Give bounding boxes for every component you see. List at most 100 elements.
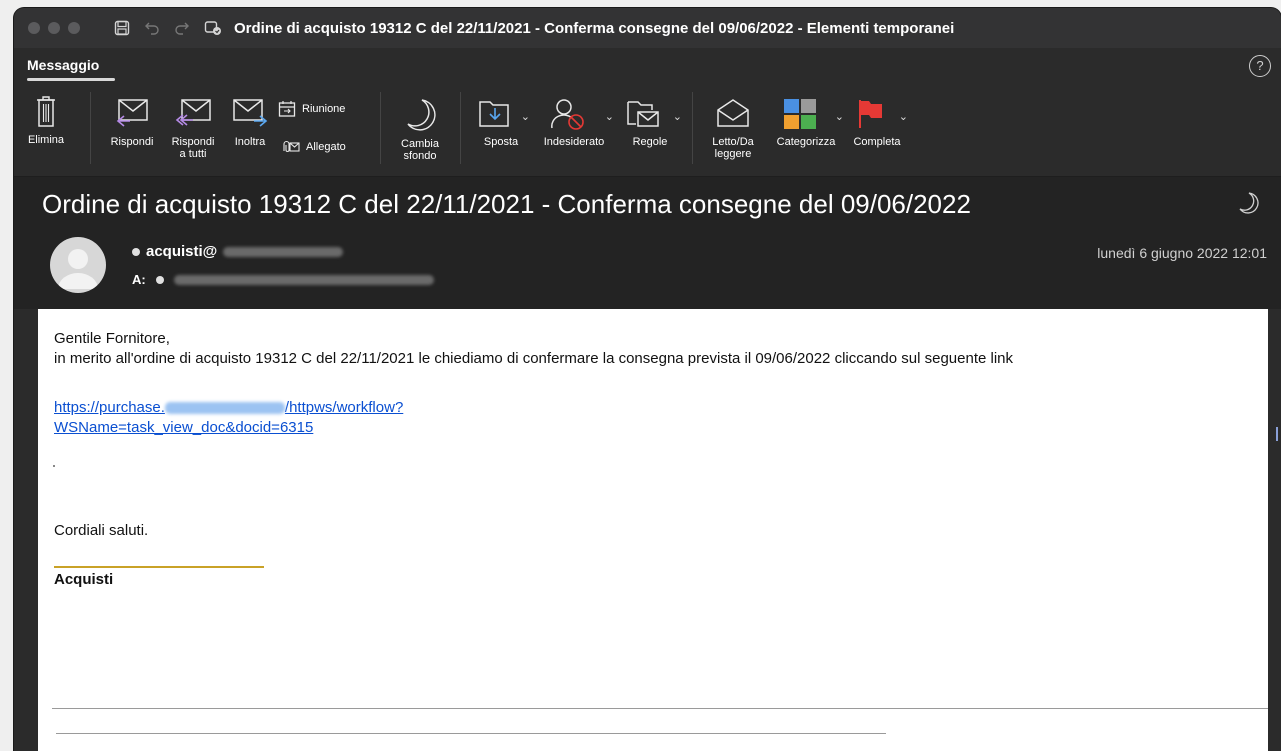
status-dot [155,275,164,284]
reply-all-icon [175,99,211,126]
close-window-button[interactable] [28,22,40,34]
categories-icon [784,99,817,129]
meeting-label: Riunione [302,103,346,115]
chevron-down-icon: ⌄ [834,111,844,123]
attachment-button[interactable]: Allegato [278,140,346,154]
read-unread-label-2: leggere [714,148,752,160]
chevron-down-icon: ⌄ [672,111,682,123]
message-date: lunedì 6 giugno 2022 12:01 [1097,245,1267,261]
avatar[interactable] [50,237,106,293]
move-icon-wrap: ⌄ [472,98,530,136]
minimize-window-button[interactable] [48,22,60,34]
sender-address: acquisti@ [146,243,218,260]
move-folder-icon [479,101,510,127]
moon-icon [407,99,436,131]
delete-button[interactable]: Elimina [24,94,68,146]
mail-window: Ordine di acquisto 19312 C del 22/11/202… [14,8,1281,751]
window-title: Ordine di acquisto 19312 C del 22/11/202… [234,19,955,37]
move-label: Sposta [483,136,519,148]
junk-icon-wrap: ⌄ [534,98,614,136]
change-background-button[interactable]: Cambia sfondo [390,98,450,162]
message-subject: Ordine di acquisto 19312 C del 22/11/202… [42,189,971,219]
reply-all-label-1: Rispondi [171,136,215,148]
reply-label: Rispondi [110,136,154,148]
rules-button[interactable]: ⌄ Regole [618,98,682,148]
redacted-recipient[interactable] [173,274,434,285]
footer-divider-short [56,733,886,734]
rules-label: Regole [632,136,668,148]
chevron-down-icon: ⌄ [898,111,908,123]
sync-icon[interactable] [204,20,222,36]
forward-icon [233,99,268,127]
chevron-down-icon: ⌄ [604,111,614,123]
link-part-3[interactable]: WSName=task_view_doc&docid=6315 [54,419,313,436]
ribbon-separator [460,92,461,164]
stray-dot [53,465,55,467]
message-body: Gentile Fornitore, in merito all'ordine … [38,309,1278,751]
read-unread-button[interactable]: Letto/Da leggere [702,98,764,160]
redo-icon[interactable] [174,20,190,36]
reply-button[interactable]: Rispondi [102,98,162,148]
ribbon-separator [692,92,693,164]
forward-label: Inoltra [234,136,266,148]
closing: Cordiali saluti. [54,522,149,539]
signature-divider [54,566,264,568]
recipient-row: A: [132,272,434,287]
help-button[interactable]: ? [1249,55,1271,77]
rules-icon [627,101,660,127]
save-icon[interactable] [114,20,130,36]
attachment-label: Allegato [306,141,346,153]
reply-icon [116,99,148,127]
flag-complete-button[interactable]: ⌄ Completa [846,98,908,148]
rules-icon-wrap: ⌄ [618,98,682,136]
move-button[interactable]: ⌄ Sposta [472,98,530,148]
quick-access-toolbar [114,20,222,36]
tab-messaggio[interactable]: Messaggio [27,57,99,73]
forward-button[interactable]: Inoltra [224,98,276,148]
open-envelope-icon [717,99,749,127]
flag-icon-wrap: ⌄ [846,98,908,136]
delete-label: Elimina [27,134,65,146]
change-background-label-1: Cambia [401,138,439,150]
meeting-button[interactable]: Riunione [278,100,345,118]
redacted-link-domain [164,402,285,415]
zoom-window-button[interactable] [68,22,80,34]
body-text: in merito all'ordine di acquisto 19312 C… [54,350,1014,367]
body-paragraph: Gentile Fornitore, in merito all'ordine … [54,329,1013,369]
junk-button[interactable]: ⌄ Indesiderato [534,98,614,148]
categorize-label: Categorizza [776,136,836,148]
chevron-down-icon: ⌄ [520,111,530,123]
ribbon-tab-row: Messaggio ? [14,48,1281,84]
title-bar: Ordine di acquisto 19312 C del 22/11/202… [14,8,1281,48]
workflow-link[interactable]: https://purchase. /httpws/workflow? WSNam… [54,398,403,438]
status-dot [132,247,140,256]
calendar-icon [278,101,296,117]
undo-icon[interactable] [144,20,160,36]
ribbon-separator [90,92,91,164]
tab-active-indicator [27,78,115,81]
reply-all-button[interactable]: Rispondi a tutti [164,98,222,160]
flag-complete-label: Completa [853,136,901,148]
to-label: A: [132,272,146,287]
link-part-2[interactable]: /httpws/workflow? [285,399,403,416]
moon-icon[interactable] [1237,191,1259,220]
link-part-1[interactable]: https://purchase. [54,399,165,416]
message-header: Ordine di acquisto 19312 C del 22/11/202… [14,177,1281,309]
change-background-label-2: sfondo [403,150,437,162]
trash-icon [37,96,55,127]
redacted-domain [223,246,344,257]
window-controls [28,22,80,34]
footer-divider [52,708,1268,709]
flag-icon [859,100,883,128]
categorize-icon-wrap: ⌄ [768,98,844,136]
sender-row[interactable]: acquisti@ [132,243,344,260]
scroll-indicator[interactable] [1276,427,1278,441]
categorize-button[interactable]: ⌄ Categorizza [768,98,844,148]
greeting: Gentile Fornitore, [54,330,170,347]
reply-all-label-2: a tutti [179,148,207,160]
junk-label: Indesiderato [543,136,605,148]
paperclip-icon [283,140,300,152]
junk-user-icon [551,99,585,130]
ribbon-separator [380,92,381,164]
read-unread-label-1: Letto/Da [712,136,754,148]
